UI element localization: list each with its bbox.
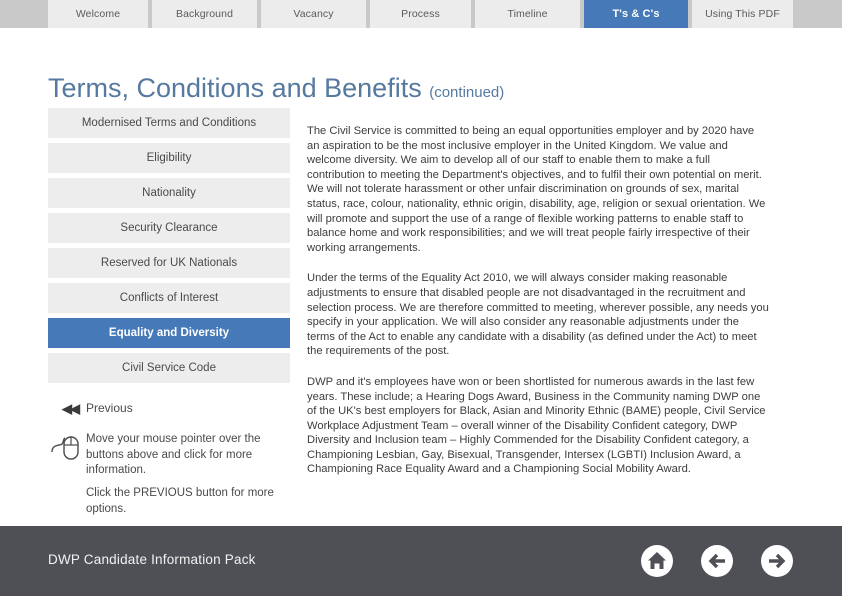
previous-label: Previous — [86, 401, 133, 415]
home-button[interactable] — [640, 544, 674, 578]
content-paragraph: Under the terms of the Equality Act 2010… — [307, 272, 769, 358]
tab-t-s-c-s[interactable]: T's & C's — [584, 0, 688, 28]
tab-background[interactable]: Background — [152, 0, 257, 28]
sidebar-item-security-clearance[interactable]: Security Clearance — [48, 213, 290, 243]
page-title-main: Terms, Conditions and Benefits — [48, 73, 422, 103]
back-button[interactable] — [700, 544, 734, 578]
previous-button[interactable]: ◀◀ Previous — [62, 401, 133, 415]
tab-process[interactable]: Process — [370, 0, 471, 28]
sidebar-item-reserved-for-uk-nationals[interactable]: Reserved for UK Nationals — [48, 248, 290, 278]
home-icon — [641, 545, 673, 577]
footer-title: DWP Candidate Information Pack — [48, 552, 256, 567]
double-chevron-left-icon: ◀◀ — [62, 400, 80, 416]
tab-bar: Welcome Background Vacancy Process Timeline T… — [0, 0, 842, 28]
tab-using-this-pdf[interactable]: Using This PDF — [692, 0, 793, 28]
previous-hint-text: Click the PREVIOUS button for more optio… — [86, 487, 274, 515]
mouse-hint-text: Move your mouse pointer over the buttons… — [86, 433, 261, 476]
sidebar-item-civil-service-code[interactable]: Civil Service Code — [48, 353, 290, 383]
sidebar-item-equality-and-diversity[interactable]: Equality and Diversity — [48, 318, 290, 348]
sidebar-nav: Modernised Terms and Conditions Eligibili… — [48, 108, 290, 388]
content-paragraph: DWP and it's employees have won or been … — [307, 375, 766, 476]
tab-timeline[interactable]: Timeline — [475, 0, 580, 28]
arrow-right-icon — [761, 545, 793, 577]
page-title-suffix: (continued) — [429, 84, 505, 101]
footer-bar: DWP Candidate Information Pack — [0, 526, 842, 596]
content-paragraph: The Civil Service is committed to being … — [307, 125, 766, 254]
tab-welcome[interactable]: Welcome — [48, 0, 148, 28]
sidebar-item-conflicts-of-interest[interactable]: Conflicts of Interest — [48, 283, 290, 313]
sidebar-item-nationality[interactable]: Nationality — [48, 178, 290, 208]
forward-button[interactable] — [760, 544, 794, 578]
tab-vacancy[interactable]: Vacancy — [261, 0, 366, 28]
sidebar-item-eligibility[interactable]: Eligibility — [48, 143, 290, 173]
sidebar-item-modernised-terms-and-conditions[interactable]: Modernised Terms and Conditions — [48, 108, 290, 138]
computer-mouse-icon — [50, 430, 90, 470]
arrow-left-icon — [701, 545, 733, 577]
page-title: Terms, Conditions and Benefits (continue… — [48, 72, 504, 109]
content-body: The Civil Service is committed to being … — [307, 124, 769, 493]
